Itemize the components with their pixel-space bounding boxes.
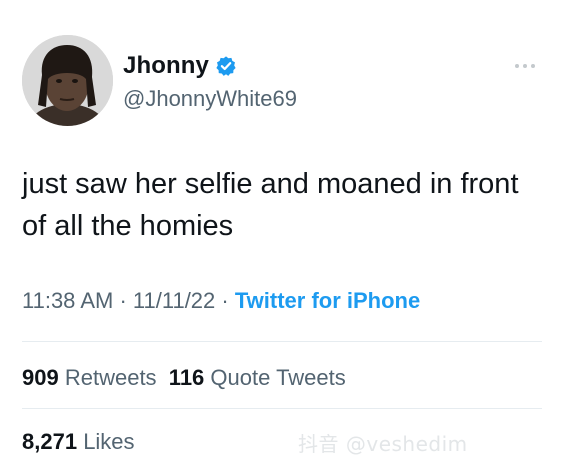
user-handle[interactable]: @JhonnyWhite69 [123, 86, 297, 112]
quote-tweets-stat[interactable]: 116 Quote Tweets [169, 365, 346, 390]
retweets-label: Retweets [64, 365, 157, 390]
retweets-stat[interactable]: 909 Retweets [22, 365, 157, 390]
tweet-text: just saw her selfie and moaned in front … [22, 168, 519, 242]
watermark: 抖音 @veshedim [298, 432, 468, 456]
more-options-icon[interactable] [514, 58, 536, 68]
quote-tweets-count: 116 [168, 365, 205, 390]
divider [22, 341, 542, 342]
meta-separator: · [221, 288, 229, 313]
retweets-count: 909 [22, 365, 59, 390]
likes-count: 8,271 [22, 429, 78, 454]
meta-separator: · [119, 288, 127, 313]
likes-label: Likes [83, 429, 135, 454]
quote-tweets-label: Quote Tweets [210, 365, 346, 390]
tweet-source-link[interactable]: Twitter for iPhone [235, 288, 420, 313]
likes-stat[interactable]: 8,271 Likes [22, 429, 135, 455]
verified-badge-icon [215, 55, 237, 77]
tweet-metadata: 11:38 AM · 11/11/22 · Twitter for iPhone [22, 288, 420, 314]
user-name-row: Jhonny [123, 52, 237, 80]
display-name[interactable]: Jhonny [123, 52, 209, 80]
tweet-time[interactable]: 11:38 AM [22, 288, 113, 313]
divider [22, 408, 542, 409]
engagement-stats-row: 909 Retweets 116 Quote Tweets [22, 365, 346, 391]
profile-avatar[interactable] [22, 35, 113, 126]
tweet-date[interactable]: 11/11/22 [133, 288, 215, 313]
avatar-portrait-icon [22, 35, 113, 126]
tweet-card: Jhonny @JhonnyWhite69 just saw her selfi… [0, 0, 564, 464]
